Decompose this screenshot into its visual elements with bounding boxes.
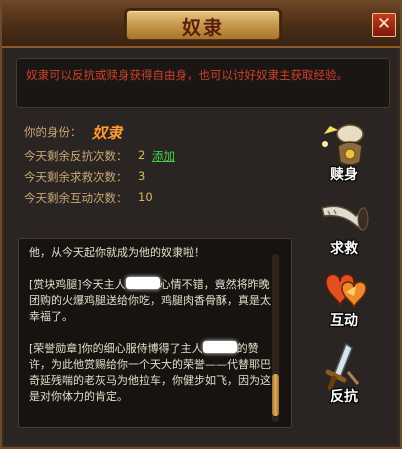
identity-label: 你的身份： [24,125,82,139]
resist-button[interactable]: 反抗 [308,342,380,405]
dialog-title: 奴隶 [181,17,224,39]
redeem-label: 赎身 [330,167,358,183]
slave-dialog: 奴隶 ✕ 奴隶可以反抗或赎身获得自由身，也可以讨好奴隶主获取经验。 你的身份： … [0,0,402,449]
redeem-button[interactable]: 赎身 [308,120,380,183]
interact-button[interactable]: 互动 [308,266,380,329]
message-item: [赏块鸡腿]今天主人 心情不错，竟然将昨晚团购的火爆鸡腿送给你吃，鸡腿肉香骨酥，真… [29,277,277,325]
rescue-button[interactable]: 求救 [308,194,380,257]
resist-count-label: 今天剩余反抗次数： [24,149,128,163]
title-plate: 奴隶 [126,10,280,40]
sword-icon [325,342,360,390]
dialog-titlebar: 奴隶 ✕ [2,2,400,48]
interact-count-label: 今天剩余互动次数： [24,191,128,205]
horn-icon [321,205,369,232]
rescue-label: 求救 [330,241,358,257]
redacted-name [125,277,160,289]
close-button[interactable]: ✕ [372,13,396,37]
message-text: [赏块鸡腿]今天主人 [29,278,126,291]
message-log[interactable]: 他，从今天起你就成为他的奴隶啦！ [赏块鸡腿]今天主人 心情不错，竟然将昨晚团购的… [18,238,292,428]
interact-label: 互动 [330,313,358,329]
hearts-icon [325,273,367,309]
resist-count-value: 2 [138,148,146,162]
money-bag-icon [322,124,364,166]
redacted-name [202,341,237,353]
rescue-count-value: 3 [138,169,146,183]
notice-box: 奴隶可以反抗或赎身获得自由身，也可以讨好奴隶主获取经验。 [16,58,390,108]
scrollbar-thumb[interactable] [272,374,279,416]
message-line: 他，从今天起你就成为他的奴隶啦！ [29,246,205,259]
add-resist-link[interactable]: 添加 [152,148,175,164]
identity-value: 奴隶 [92,124,123,142]
resist-label: 反抗 [330,389,358,405]
rescue-count-label: 今天剩余求救次数： [24,170,128,184]
message-text: [荣誉勋章]你的细心服侍博得了主人 [29,342,203,355]
interact-count-value: 10 [138,190,153,204]
message-item: [荣誉勋章]你的细心服侍博得了主人 的赞许，为此他赏赐给你一个天大的荣誉——代替耶… [29,341,277,405]
notice-text: 奴隶可以反抗或赎身获得自由身，也可以讨好奴隶主获取经验。 [26,68,348,82]
